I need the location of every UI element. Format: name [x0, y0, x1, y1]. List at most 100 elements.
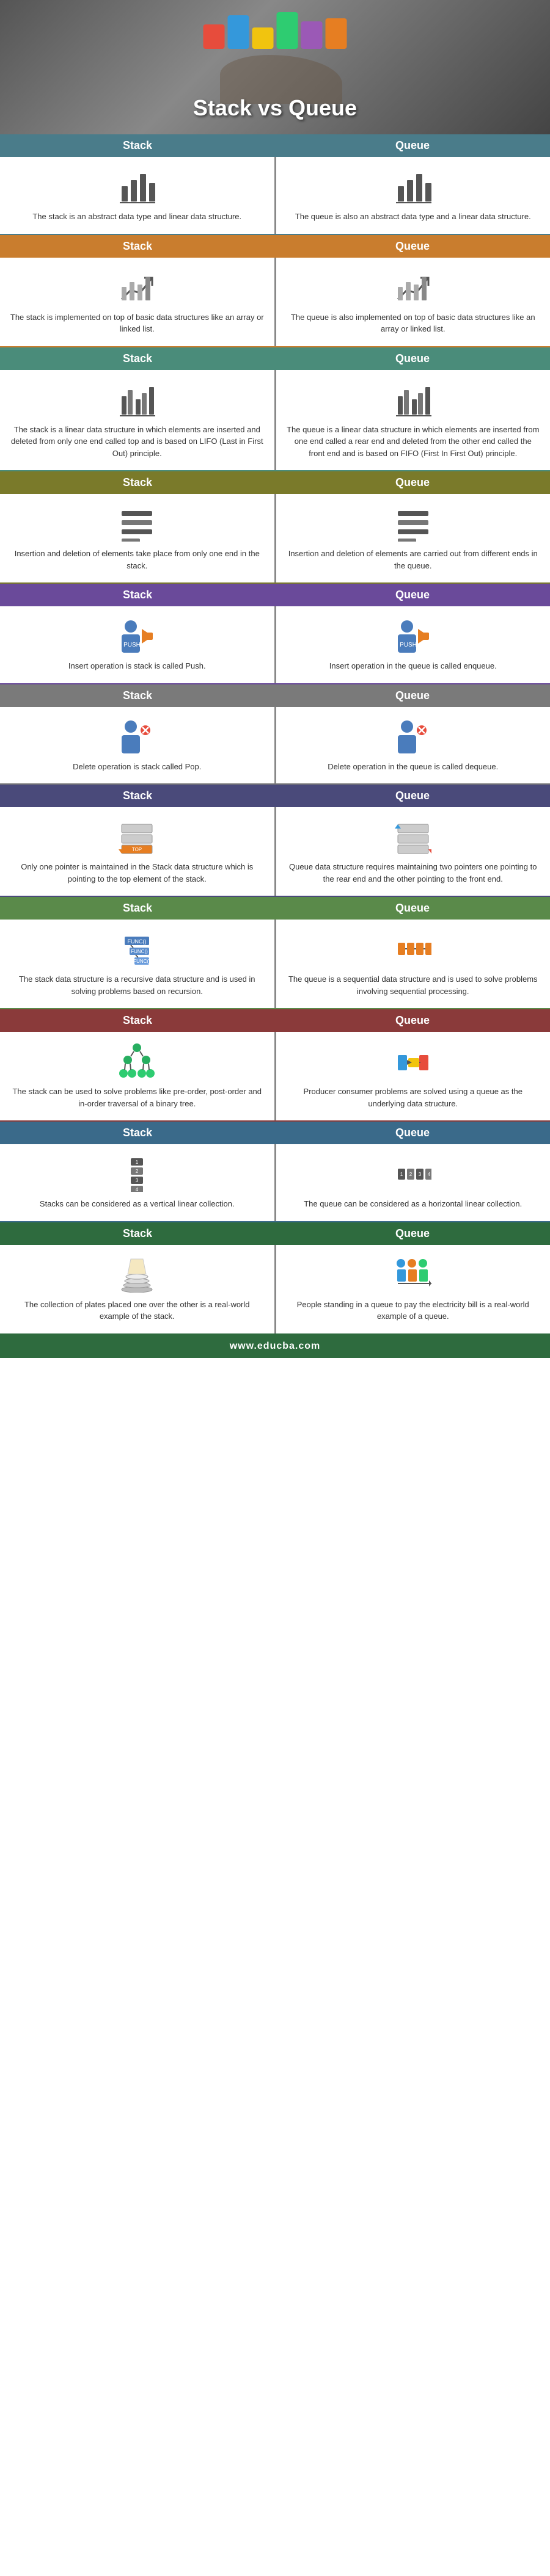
section-3: StackQueue Insertion and deletion of ele… — [0, 471, 550, 584]
section-header-row-6: StackQueue — [0, 785, 550, 807]
svg-text:3: 3 — [136, 1178, 139, 1183]
queue-text-2: The queue is a linear data structure in … — [286, 424, 541, 460]
section-stack-label-5: Stack — [0, 684, 275, 707]
footer-url: www.educba.com — [230, 1341, 321, 1351]
section-stack-label-7: Stack — [0, 897, 275, 920]
queue-cell-1: The queue is also implemented on top of … — [276, 258, 550, 346]
section-6: StackQueue TOP Only one pointer is maint… — [0, 785, 550, 897]
page-header: Stack vs Queue — [0, 0, 550, 134]
queue-icon-5 — [395, 718, 431, 755]
queue-text-1: The queue is also implemented on top of … — [286, 311, 541, 335]
stack-cell-2: The stack is a linear data structure in … — [0, 370, 276, 471]
queue-cell-0: The queue is also an abstract data type … — [276, 157, 550, 234]
stack-text-10: The collection of plates placed one over… — [10, 1299, 265, 1322]
stack-text-7: The stack data structure is a recursive … — [10, 973, 265, 997]
stack-cell-3: Insertion and deletion of elements take … — [0, 494, 276, 582]
stack-cell-4: PUSH Insert operation is stack is called… — [0, 606, 276, 683]
stack-text-0: The stack is an abstract data type and l… — [32, 211, 241, 223]
section-queue-label-3: Queue — [275, 471, 550, 494]
stack-cell-1: The stack is implemented on top of basic… — [0, 258, 276, 346]
queue-cell-6: Queue data structure requires maintainin… — [276, 807, 550, 896]
section-header-row-1: StackQueue — [0, 235, 550, 258]
stack-cell-6: TOP Only one pointer is maintained in th… — [0, 807, 276, 896]
section-8: StackQueue The stack can be used to solv… — [0, 1009, 550, 1122]
section-queue-label-5: Queue — [275, 684, 550, 707]
section-4: StackQueue PUSH Insert operation is stac… — [0, 584, 550, 684]
stack-cell-5: Delete operation is stack called Pop. — [0, 707, 276, 784]
section-header-row-8: StackQueue — [0, 1009, 550, 1032]
section-stack-label-9: Stack — [0, 1122, 275, 1144]
section-stack-label-8: Stack — [0, 1009, 275, 1032]
section-queue-label-1: Queue — [275, 235, 550, 258]
section-7: StackQueue FUNC() FUNC() FUNC() The stac… — [0, 897, 550, 1009]
svg-text:TOP: TOP — [132, 847, 142, 852]
stack-icon-3 — [119, 505, 155, 542]
stack-icon-1 — [119, 269, 155, 305]
sections-container: StackQueue The stack is an abstract data… — [0, 134, 550, 1335]
section-queue-label-7: Queue — [275, 897, 550, 920]
stack-text-8: The stack can be used to solve problems … — [10, 1086, 265, 1109]
queue-icon-4: PUSH — [395, 617, 431, 654]
queue-text-5: Delete operation in the queue is called … — [328, 761, 498, 773]
queue-text-7: The queue is a sequential data structure… — [286, 973, 541, 997]
queue-icon-8 — [395, 1043, 431, 1079]
queue-text-9: The queue can be considered as a horizon… — [304, 1198, 522, 1210]
queue-icon-6 — [395, 818, 431, 855]
queue-text-4: Insert operation in the queue is called … — [329, 660, 497, 672]
stack-text-9: Stacks can be considered as a vertical l… — [40, 1198, 235, 1210]
svg-text:FUNC(): FUNC() — [131, 949, 148, 954]
section-header-row-5: StackQueue — [0, 684, 550, 707]
svg-text:3: 3 — [419, 1172, 422, 1177]
svg-text:4: 4 — [428, 1172, 431, 1177]
section-content-row-4: PUSH Insert operation is stack is called… — [0, 606, 550, 684]
section-stack-label-0: Stack — [0, 134, 275, 157]
page-footer: www.educba.com — [0, 1335, 550, 1358]
section-content-row-7: FUNC() FUNC() FUNC() The stack data stru… — [0, 920, 550, 1009]
section-queue-label-9: Queue — [275, 1122, 550, 1144]
section-content-row-6: TOP Only one pointer is maintained in th… — [0, 807, 550, 897]
section-content-row-8: The stack can be used to solve problems … — [0, 1032, 550, 1122]
section-queue-label-0: Queue — [275, 134, 550, 157]
section-header-row-2: StackQueue — [0, 347, 550, 370]
section-queue-label-8: Queue — [275, 1009, 550, 1032]
svg-text:1: 1 — [400, 1172, 403, 1177]
queue-cell-3: Insertion and deletion of elements are c… — [276, 494, 550, 582]
section-stack-label-3: Stack — [0, 471, 275, 494]
stack-cell-8: The stack can be used to solve problems … — [0, 1032, 276, 1120]
queue-cell-4: PUSH Insert operation in the queue is ca… — [276, 606, 550, 683]
stack-text-1: The stack is implemented on top of basic… — [10, 311, 265, 335]
section-stack-label-10: Stack — [0, 1222, 275, 1245]
svg-text:PUSH: PUSH — [400, 642, 417, 648]
queue-icon-10 — [395, 1256, 431, 1293]
stack-icon-5 — [119, 718, 155, 755]
queue-text-3: Insertion and deletion of elements are c… — [286, 548, 541, 571]
stack-icon-10 — [119, 1256, 155, 1293]
section-header-row-4: StackQueue — [0, 584, 550, 606]
section-header-row-0: StackQueue — [0, 134, 550, 157]
stack-icon-0 — [119, 168, 155, 205]
page-title: Stack vs Queue — [193, 95, 357, 128]
queue-cell-7: The queue is a sequential data structure… — [276, 920, 550, 1008]
section-header-row-3: StackQueue — [0, 471, 550, 494]
svg-text:FUNC(): FUNC() — [128, 938, 147, 945]
stack-icon-9: 1 2 3 4 — [119, 1155, 155, 1192]
queue-text-10: People standing in a queue to pay the el… — [286, 1299, 541, 1322]
section-content-row-10: The collection of plates placed one over… — [0, 1245, 550, 1335]
queue-cell-8: Producer consumer problems are solved us… — [276, 1032, 550, 1120]
svg-text:4: 4 — [136, 1187, 139, 1192]
section-header-row-9: StackQueue — [0, 1122, 550, 1144]
section-queue-label-10: Queue — [275, 1222, 550, 1245]
stack-icon-7: FUNC() FUNC() FUNC() — [119, 931, 155, 967]
queue-cell-2: The queue is a linear data structure in … — [276, 370, 550, 471]
section-queue-label-2: Queue — [275, 347, 550, 370]
section-content-row-5: Delete operation is stack called Pop. De… — [0, 707, 550, 785]
svg-text:PUSH: PUSH — [123, 642, 141, 648]
stack-icon-8 — [119, 1043, 155, 1079]
svg-text:1: 1 — [136, 1159, 139, 1165]
section-content-row-0: The stack is an abstract data type and l… — [0, 157, 550, 235]
queue-icon-2 — [395, 381, 431, 418]
section-9: StackQueue 1 2 3 4 Stacks can be conside… — [0, 1122, 550, 1222]
svg-text:2: 2 — [136, 1169, 139, 1174]
section-header-row-10: StackQueue — [0, 1222, 550, 1245]
stack-text-2: The stack is a linear data structure in … — [10, 424, 265, 460]
